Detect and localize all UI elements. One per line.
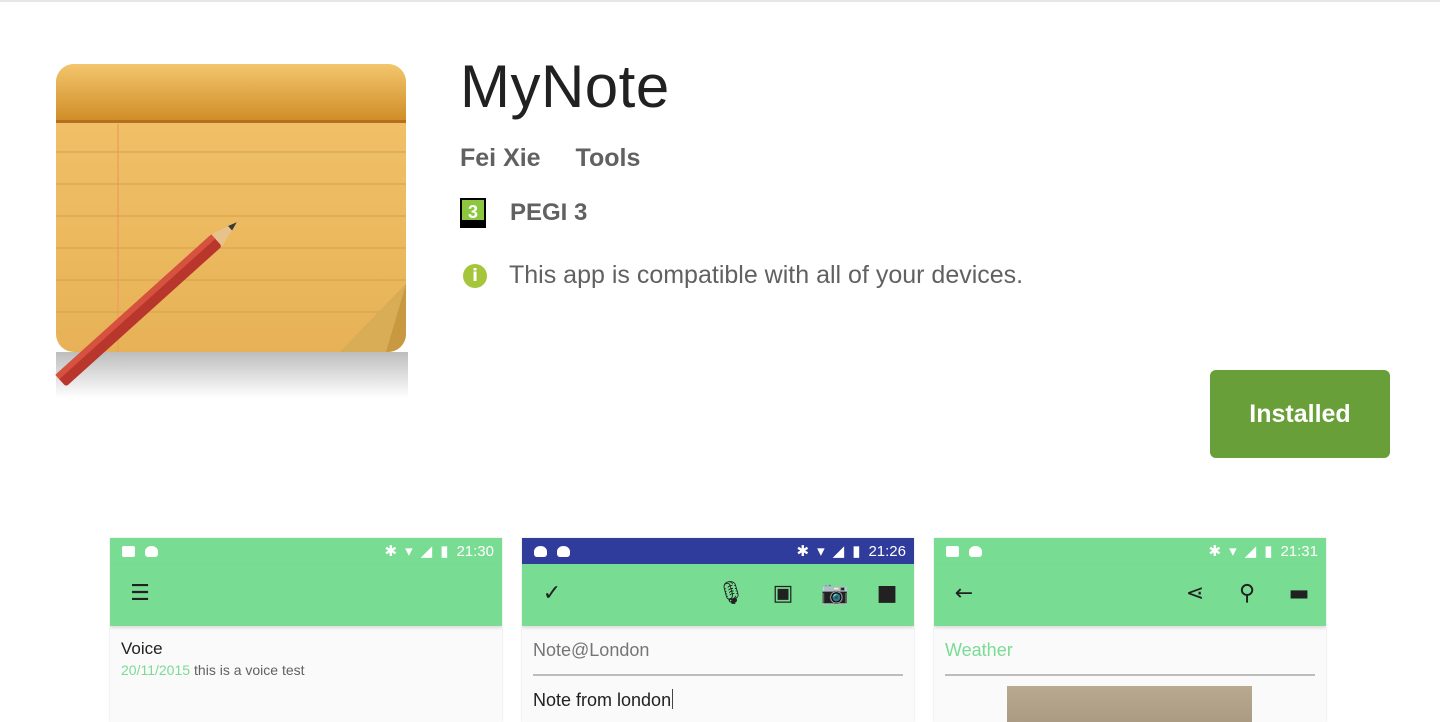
- battery-icon: ▮: [852, 543, 861, 560]
- note-title-field[interactable]: Note@London: [533, 640, 649, 661]
- signal-icon: ◢: [832, 543, 845, 560]
- app-bar: ✓ 🎙 ▣ 📷 ■: [522, 564, 914, 626]
- note-title: Voice: [121, 639, 163, 658]
- wifi-icon: ▾: [1229, 543, 1237, 560]
- video-icon[interactable]: ■: [873, 580, 901, 608]
- image-icon[interactable]: ▣: [769, 580, 797, 608]
- note-body-text: Note from london: [533, 690, 672, 710]
- menu-icon[interactable]: ☰: [126, 580, 154, 608]
- battery-icon: ▮: [1264, 543, 1273, 560]
- top-divider: [0, 0, 1440, 2]
- android-icon: [969, 545, 982, 557]
- android-icon: [534, 545, 547, 557]
- bluetooth-icon: ✱: [796, 543, 810, 560]
- note-subtitle: 20/11/2015 this is a voice test: [121, 662, 305, 678]
- screenshot-3[interactable]: ✱ ▾ ◢ ▮ 21:31 ← ⋖ ⚲ ▬ Weather: [934, 538, 1326, 722]
- android-icon: [557, 545, 570, 557]
- pegi-badge-number: 3: [460, 198, 486, 222]
- signal-icon: ◢: [420, 543, 433, 560]
- app-bar: ← ⋖ ⚲ ▬: [934, 564, 1326, 626]
- check-icon[interactable]: ✓: [538, 580, 566, 608]
- bluetooth-icon: ✱: [1208, 543, 1222, 560]
- compatibility-notice: i This app is compatible with all of you…: [463, 261, 1023, 290]
- developer-link[interactable]: Fei Xie: [460, 144, 541, 172]
- rating-label: PEGI 3: [510, 199, 588, 226]
- back-arrow-icon[interactable]: ←: [950, 580, 978, 608]
- trash-icon[interactable]: ▬: [1285, 580, 1313, 608]
- notepad-pencil-icon: [55, 64, 408, 398]
- installed-button[interactable]: Installed: [1210, 370, 1390, 458]
- bluetooth-icon: ✱: [384, 543, 398, 560]
- note-preview: this is a voice test: [194, 662, 305, 678]
- screenshot-1[interactable]: ✱ ▾ ◢ ▮ 21:30 ☰ Voice 20/11/2015 this is …: [110, 538, 502, 722]
- location-pin-icon[interactable]: ⚲: [1233, 580, 1261, 608]
- note-date: 20/11/2015: [121, 662, 191, 678]
- status-bar: ✱ ▾ ◢ ▮ 21:26: [522, 538, 914, 564]
- app-meta: Fei Xie Tools: [460, 144, 668, 173]
- camera-icon[interactable]: 📷: [821, 580, 849, 608]
- microphone-icon[interactable]: 🎙: [717, 580, 745, 608]
- android-icon: [145, 545, 158, 557]
- field-underline: [533, 674, 903, 676]
- image-icon: [122, 545, 135, 557]
- wifi-icon: ▾: [405, 543, 413, 560]
- app-bar: ☰: [110, 564, 502, 626]
- signal-icon: ◢: [1244, 543, 1257, 560]
- note-body-field[interactable]: Note from london: [533, 689, 674, 711]
- image-icon: [946, 545, 959, 557]
- note-title-field[interactable]: Weather: [945, 640, 1013, 661]
- battery-icon: ▮: [440, 543, 449, 560]
- info-icon: i: [463, 263, 487, 288]
- attached-photo[interactable]: [1007, 686, 1252, 722]
- content-rating: 3 PEGI 3: [460, 198, 587, 228]
- category-link[interactable]: Tools: [576, 144, 641, 172]
- wifi-icon: ▾: [817, 543, 825, 560]
- status-time: 21:26: [868, 542, 906, 560]
- status-time: 21:31: [1280, 542, 1318, 560]
- status-bar: ✱ ▾ ◢ ▮ 21:30: [110, 538, 502, 564]
- share-icon[interactable]: ⋖: [1181, 580, 1209, 608]
- app-title: MyNote: [460, 53, 670, 120]
- compatibility-text: This app is compatible with all of your …: [509, 261, 1024, 289]
- status-time: 21:30: [456, 542, 494, 560]
- field-underline: [945, 674, 1315, 676]
- pegi-rating-icon: 3: [460, 198, 486, 228]
- screenshot-2[interactable]: ✱ ▾ ◢ ▮ 21:26 ✓ 🎙 ▣ 📷 ■ Note@London Note…: [522, 538, 914, 722]
- status-bar: ✱ ▾ ◢ ▮ 21:31: [934, 538, 1326, 564]
- text-caret: [672, 689, 674, 709]
